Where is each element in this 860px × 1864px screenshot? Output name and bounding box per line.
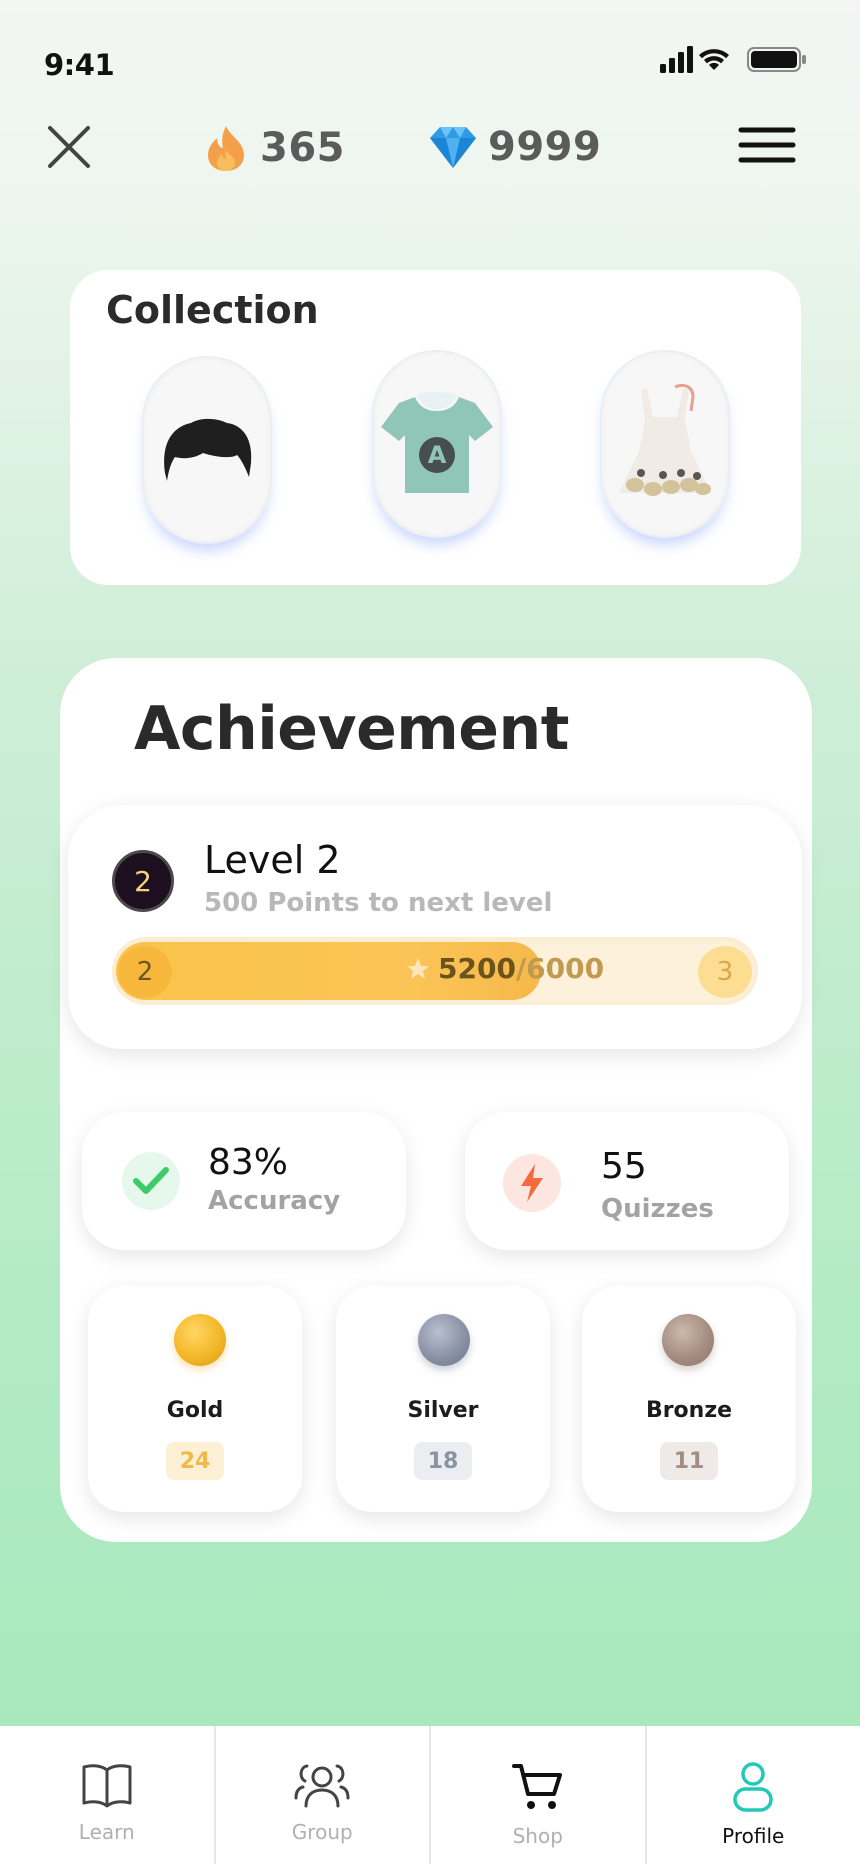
nav-label-group: Group xyxy=(291,1820,353,1844)
menu-icon xyxy=(738,127,796,163)
progress-start-level: 2 xyxy=(118,946,172,998)
book-icon xyxy=(82,1764,132,1808)
points-current: 5200 xyxy=(438,952,516,985)
silver-medal-count: 18 xyxy=(414,1442,472,1480)
points-max: /6000 xyxy=(515,952,605,985)
collection-item-shirt[interactable]: A xyxy=(372,350,502,538)
close-button[interactable] xyxy=(44,122,94,172)
star-icon xyxy=(407,957,429,979)
hair-icon xyxy=(164,418,252,481)
bronze-medal-count: 11 xyxy=(660,1442,718,1480)
gold-medal-count: 24 xyxy=(166,1442,224,1480)
level-card xyxy=(68,805,802,1049)
streak-count: 365 xyxy=(260,125,345,171)
fire-icon xyxy=(208,126,244,171)
collection-item-hair[interactable] xyxy=(142,356,272,544)
signal-icon xyxy=(660,46,693,73)
nav-label-shop: Shop xyxy=(512,1824,563,1848)
diamond-icon xyxy=(430,127,476,168)
achievement-title: Achievement xyxy=(134,694,569,764)
bottom-nav: Learn Group Shop Profile xyxy=(0,1726,860,1864)
profile-icon xyxy=(733,1762,773,1812)
accuracy-label: Accuracy xyxy=(208,1186,341,1216)
collection-item-dress[interactable] xyxy=(600,350,730,538)
level-badge: 2 xyxy=(112,850,174,912)
nav-label-learn: Learn xyxy=(78,1820,135,1844)
gem-counter: 9999 xyxy=(428,124,601,170)
tshirt-icon: A xyxy=(381,392,493,493)
nav-item-learn[interactable]: Learn xyxy=(0,1726,214,1864)
status-icons xyxy=(660,46,806,73)
battery-icon xyxy=(747,47,806,72)
quizzes-stat-card: 55 Quizzes xyxy=(465,1112,789,1250)
gold-medal-name: Gold xyxy=(166,1398,224,1423)
medal-card-gold: Gold 24 xyxy=(88,1286,302,1512)
gem-count: 9999 xyxy=(488,124,602,170)
medal-card-bronze: Bronze 11 xyxy=(582,1286,796,1512)
gold-medal-icon xyxy=(174,1314,226,1366)
progress-points: 5200/6000 xyxy=(406,952,604,985)
nav-item-profile[interactable]: Profile xyxy=(644,1726,860,1864)
level-title: Level 2 xyxy=(204,838,341,882)
bronze-medal-icon xyxy=(662,1314,714,1366)
shirt-letter: A xyxy=(428,441,447,469)
check-icon xyxy=(122,1152,180,1210)
medal-card-silver: Silver 18 xyxy=(336,1286,550,1512)
progress-next-level: 3 xyxy=(698,946,752,998)
close-icon xyxy=(48,126,90,168)
streak-counter: 365 xyxy=(204,124,345,172)
nav-item-group[interactable]: Group xyxy=(213,1726,430,1864)
accuracy-value: 83% xyxy=(208,1142,289,1183)
level-subtitle: 500 Points to next level xyxy=(204,888,553,918)
nav-label-profile: Profile xyxy=(722,1824,785,1848)
quizzes-value: 55 xyxy=(601,1146,647,1187)
dress-icon xyxy=(619,383,711,496)
silver-medal-icon xyxy=(418,1314,470,1366)
menu-button[interactable] xyxy=(738,124,796,168)
quizzes-label: Quizzes xyxy=(601,1194,714,1224)
bronze-medal-name: Bronze xyxy=(645,1398,733,1423)
silver-medal-name: Silver xyxy=(407,1398,479,1423)
collection-title: Collection xyxy=(106,288,319,332)
lightning-icon xyxy=(503,1154,561,1212)
status-time: 9:41 xyxy=(44,48,115,82)
cart-icon xyxy=(511,1764,562,1809)
accuracy-stat-card: 83% Accuracy xyxy=(82,1112,406,1250)
wifi-icon xyxy=(699,49,729,70)
group-icon xyxy=(294,1764,350,1808)
nav-item-shop[interactable]: Shop xyxy=(429,1726,645,1864)
